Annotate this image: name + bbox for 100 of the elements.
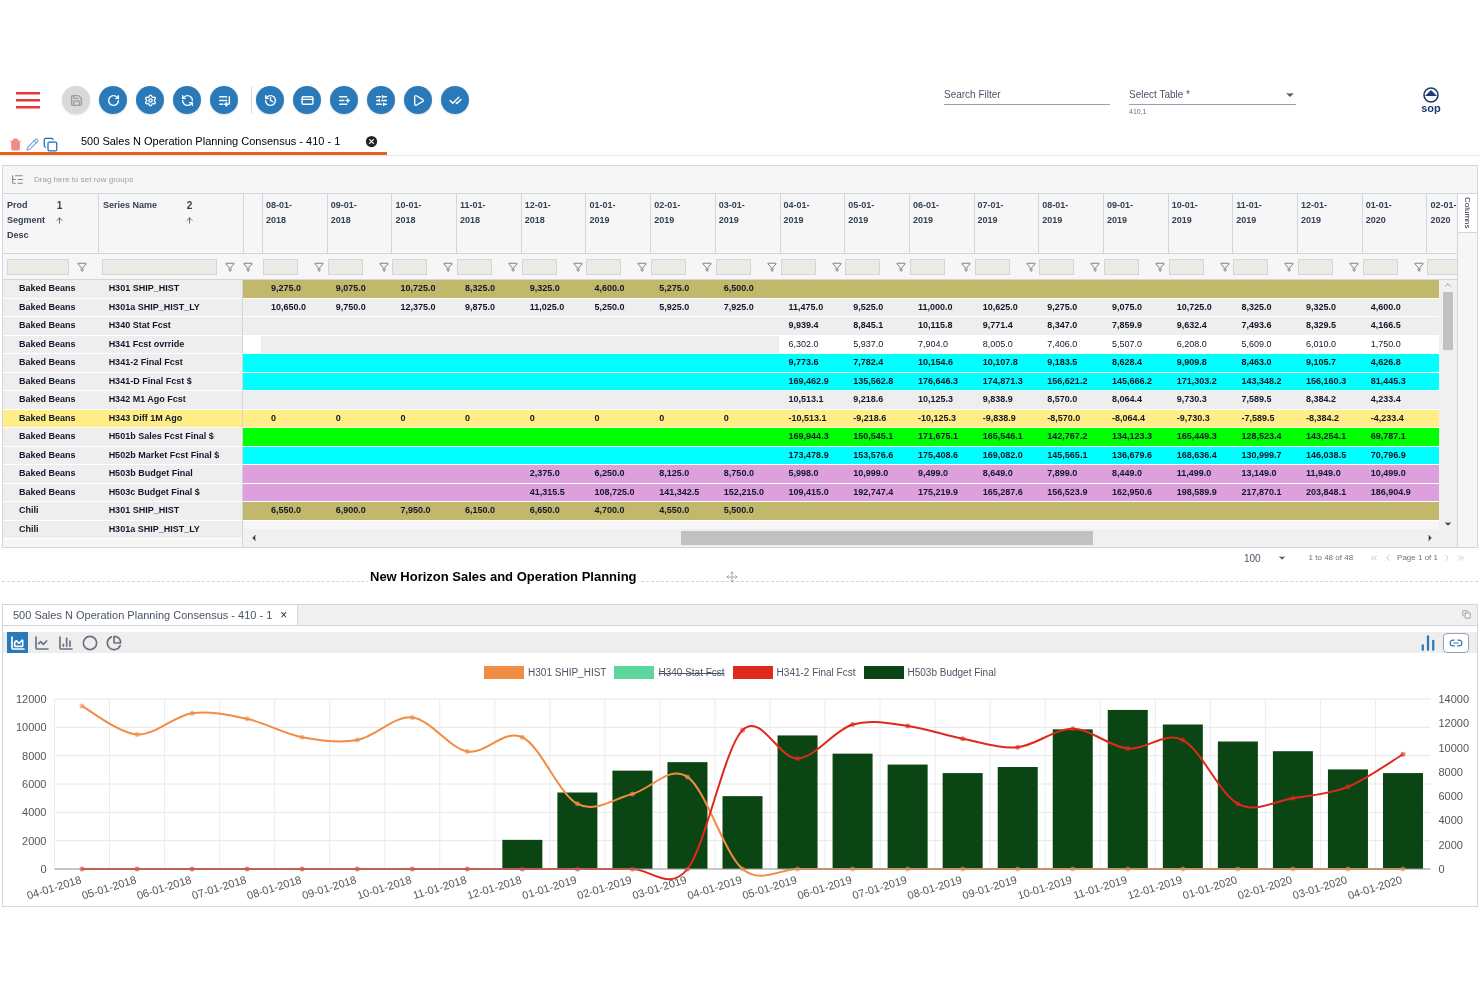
document-tab[interactable]: 500 Sales N Operation Planning Consensus - 410 - 1 <box>0 131 388 155</box>
filter-icon[interactable] <box>831 261 842 272</box>
legend-label[interactable]: H340 Stat Fcst <box>658 664 725 680</box>
filter-icon[interactable] <box>1413 261 1424 272</box>
scroll-up-icon[interactable] <box>1443 280 1453 290</box>
filter-field[interactable] <box>1103 258 1139 275</box>
filter-icon[interactable] <box>1154 261 1165 272</box>
column-header[interactable]: 11-01-2019 <box>1236 198 1273 228</box>
filter-icon[interactable] <box>702 261 713 272</box>
toolbar-button[interactable] <box>330 86 358 114</box>
filter-icon[interactable] <box>378 261 389 272</box>
column-header[interactable]: 10-01-2019 <box>1171 198 1208 228</box>
scrollbar-thumb[interactable] <box>1443 292 1453 350</box>
filter-icon[interactable] <box>225 261 235 272</box>
scrollbar-thumb[interactable] <box>681 531 1093 545</box>
table-cell[interactable]: 6,010.0 <box>1296 337 1337 351</box>
legend-swatch[interactable] <box>863 665 904 679</box>
filter-icon[interactable] <box>314 261 324 272</box>
filter-icon[interactable] <box>766 261 777 272</box>
legend-swatch[interactable] <box>484 665 525 679</box>
table-row[interactable]: Baked Beans H341-2 Final Fcst <box>3 354 242 373</box>
toolbar-button[interactable] <box>441 86 469 114</box>
filter-field[interactable] <box>651 258 687 275</box>
filter-icon[interactable] <box>1025 261 1036 272</box>
filter-field[interactable] <box>780 258 816 275</box>
search-field[interactable]: Search Filter <box>944 85 1110 105</box>
filter-field[interactable] <box>1168 258 1204 275</box>
table-cell[interactable]: 5,507.0 <box>1102 337 1143 351</box>
dropdown-caret-icon[interactable] <box>1276 553 1287 563</box>
filter-icon[interactable] <box>896 261 907 272</box>
filter-field[interactable] <box>392 258 428 275</box>
column-header[interactable]: 12-01-2018 <box>524 198 561 228</box>
legend-swatch[interactable] <box>732 665 773 679</box>
filter-field[interactable] <box>845 258 881 275</box>
filter-icon[interactable] <box>508 261 519 272</box>
table-cell[interactable]: 5,609.0 <box>1231 337 1272 351</box>
copy-icon[interactable] <box>43 136 58 152</box>
column-header[interactable]: 07-01-2019 <box>977 198 1014 228</box>
toolbar-button[interactable] <box>293 86 321 114</box>
filter-icon[interactable] <box>637 261 648 272</box>
filter-field[interactable] <box>1298 258 1333 275</box>
filter-field[interactable] <box>1039 258 1075 275</box>
table-cell[interactable]: 7,406.0 <box>1037 337 1078 351</box>
bar-chart-icon[interactable] <box>1419 633 1437 652</box>
filter-icon[interactable] <box>77 261 87 272</box>
column-header[interactable]: 08-01-2018 <box>266 198 302 228</box>
legend-label[interactable]: H301 SHIP_HIST <box>528 664 607 680</box>
table-cell[interactable]: 8,005.0 <box>972 337 1013 351</box>
column-header[interactable]: Series Name 2 <box>98 194 243 253</box>
column-header[interactable]: 06-01-2019 <box>912 198 949 228</box>
filter-field[interactable] <box>457 258 493 275</box>
filter-field[interactable] <box>586 258 622 275</box>
table-row[interactable]: Chili H301 SHIP_HIST <box>3 502 242 521</box>
splitter-handle-icon[interactable] <box>725 571 738 583</box>
edit-icon[interactable] <box>26 137 39 151</box>
scroll-down-icon[interactable] <box>1443 519 1453 529</box>
filter-icon[interactable] <box>1284 261 1295 272</box>
filter-field[interactable] <box>974 258 1010 275</box>
filter-field[interactable] <box>102 258 217 275</box>
table-row[interactable]: Baked Beans H340 Stat Fcst <box>3 317 242 336</box>
columns-side-tab[interactable]: Columns <box>1458 194 1477 233</box>
filter-field[interactable] <box>327 258 363 275</box>
filter-field[interactable] <box>1427 258 1457 275</box>
toolbar-button[interactable] <box>256 86 284 114</box>
column-header[interactable]: 02-01-2019 <box>654 198 691 228</box>
column-header[interactable]: Prod Segment Desc 1 <box>3 194 98 253</box>
toolbar-button[interactable] <box>136 86 164 114</box>
filter-field[interactable] <box>909 258 945 275</box>
vertical-scrollbar[interactable] <box>1439 280 1457 529</box>
chart-type-button[interactable] <box>7 632 28 653</box>
column-header[interactable]: 08-01-2019 <box>1042 198 1079 228</box>
filter-field[interactable] <box>1233 258 1269 275</box>
tab-close[interactable]: × <box>280 606 288 624</box>
column-header[interactable]: 09-01-2019 <box>1106 198 1143 228</box>
filter-field[interactable] <box>715 258 751 275</box>
chart-tab[interactable]: 500 Sales N Operation Planning Consensus - 410 - 1 × <box>3 605 299 625</box>
column-header[interactable]: 02-01-2020 <box>1430 198 1457 228</box>
table-row[interactable]: Baked Beans H503b Budget Final <box>3 465 242 484</box>
menu-icon[interactable] <box>16 91 40 109</box>
table-cell[interactable]: 7,904.0 <box>907 337 948 351</box>
filter-icon[interactable] <box>243 261 253 272</box>
column-header[interactable]: 10-01-2018 <box>395 198 432 228</box>
filter-field[interactable] <box>521 258 557 275</box>
delete-icon[interactable] <box>9 137 22 151</box>
next-page-icon[interactable] <box>1442 553 1452 563</box>
table-row[interactable]: Baked Beans H342 M1 Ago Fcst <box>3 391 242 410</box>
link-button[interactable] <box>1443 632 1469 653</box>
filter-icon[interactable] <box>1219 261 1230 272</box>
legend-label[interactable]: H341-2 Final Fcst <box>776 664 856 680</box>
filter-icon[interactable] <box>960 261 971 272</box>
page-size-select[interactable]: 100 <box>1243 550 1261 566</box>
filter-icon[interactable] <box>1090 261 1101 272</box>
toolbar-button[interactable] <box>173 86 201 114</box>
table-cell[interactable]: 6,208.0 <box>1166 337 1207 351</box>
column-header[interactable]: 03-01-2019 <box>718 198 755 228</box>
table-row[interactable]: Baked Beans H501b Sales Fcst Final $ <box>3 428 242 447</box>
close-icon[interactable] <box>364 134 380 149</box>
filter-icon[interactable] <box>1349 261 1359 272</box>
filter-field[interactable] <box>263 258 298 275</box>
legend-swatch[interactable] <box>614 665 655 679</box>
